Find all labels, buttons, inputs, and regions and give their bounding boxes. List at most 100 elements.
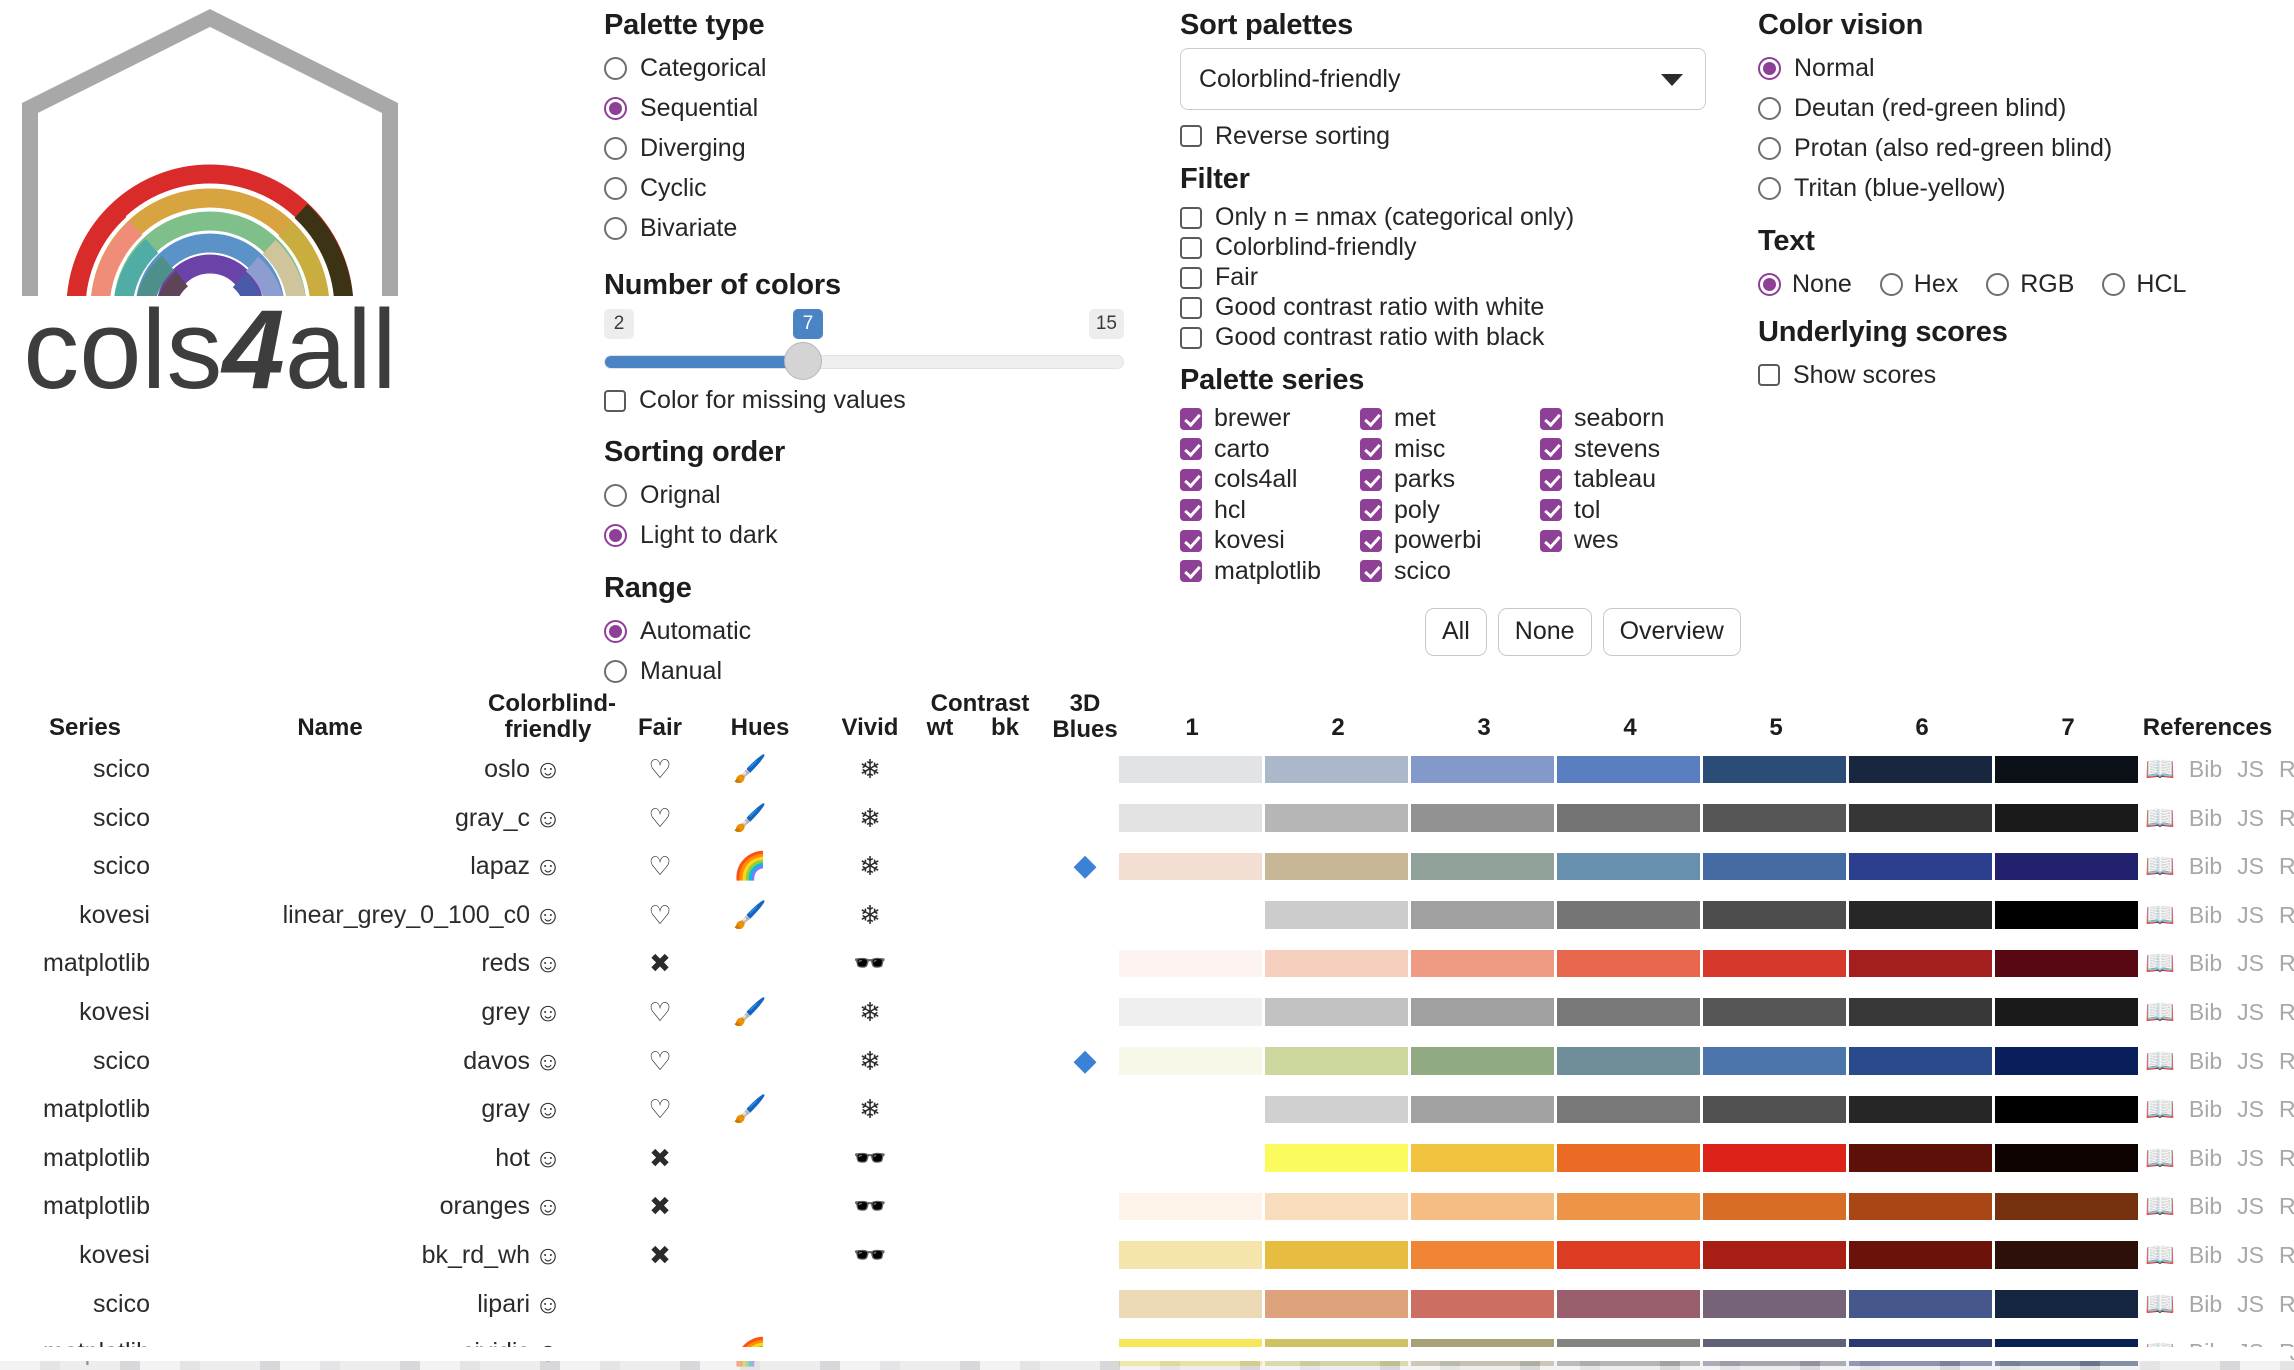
color-swatch[interactable] <box>1557 949 1700 978</box>
th-fair[interactable]: Fair <box>620 715 700 741</box>
reference-link-bib[interactable]: Bib <box>2189 902 2222 928</box>
radio-text-hex[interactable]: Hex <box>1879 272 1958 297</box>
radio-text-hcl[interactable]: HCL <box>2102 272 2186 297</box>
reference-link-bib[interactable]: Bib <box>2189 1291 2222 1317</box>
color-swatch[interactable] <box>1411 852 1554 881</box>
th-color-3[interactable]: 3 <box>1411 715 1557 741</box>
color-swatch[interactable] <box>1411 998 1554 1026</box>
checkbox-icon[interactable] <box>1540 468 1562 491</box>
checkbox-color-for-missing-values[interactable]: Color for missing values <box>604 381 1164 421</box>
checkbox-series-hcl[interactable]: hcl <box>1180 495 1360 526</box>
open-book-icon[interactable]: 📖 <box>2145 1193 2175 1220</box>
color-swatch[interactable] <box>1849 1192 1992 1221</box>
color-swatch[interactable] <box>1265 804 1408 832</box>
color-swatch[interactable] <box>1995 998 2138 1026</box>
checkbox-series-misc[interactable]: misc <box>1360 434 1540 465</box>
checkbox-icon[interactable] <box>1180 206 1202 229</box>
checkbox-series-poly[interactable]: poly <box>1360 495 1540 526</box>
color-swatch[interactable] <box>1849 1241 1992 1269</box>
checkbox-icon[interactable] <box>1360 499 1382 522</box>
checkbox-icon[interactable] <box>1180 468 1202 491</box>
reference-link-bib[interactable]: Bib <box>2189 1145 2222 1171</box>
color-swatch[interactable] <box>1995 1290 2138 1318</box>
color-swatch[interactable] <box>1265 1095 1408 1124</box>
checkbox-icon[interactable] <box>1180 529 1202 552</box>
reference-link-r[interactable]: R <box>2279 1193 2294 1219</box>
color-swatch[interactable] <box>1265 1241 1408 1269</box>
th-color-1[interactable]: 1 <box>1119 715 1265 741</box>
th-colorblind-friendly[interactable]: Colorblind-friendly <box>488 691 616 743</box>
radio-icon[interactable] <box>1758 273 1781 297</box>
color-swatch[interactable] <box>1703 1290 1846 1318</box>
slider-track[interactable] <box>604 354 1124 369</box>
radio-icon[interactable] <box>604 660 627 684</box>
checkbox-series-parks[interactable]: parks <box>1360 464 1540 495</box>
color-swatch[interactable] <box>1265 755 1408 783</box>
checkbox-filter-contrast-white[interactable]: Good contrast ratio with white <box>1180 293 1760 323</box>
reference-link-r[interactable]: R <box>2279 756 2294 782</box>
reference-link-r[interactable]: R <box>2279 950 2294 976</box>
color-swatch[interactable] <box>1119 949 1262 978</box>
open-book-icon[interactable]: 📖 <box>2145 853 2175 880</box>
reference-link-r[interactable]: R <box>2279 1242 2294 1268</box>
color-swatch[interactable] <box>1849 755 1992 783</box>
reference-link-js[interactable]: JS <box>2237 1193 2264 1219</box>
color-swatch[interactable] <box>1995 1047 2138 1075</box>
color-swatch[interactable] <box>1703 1144 1846 1172</box>
color-swatch[interactable] <box>1557 1290 1700 1318</box>
checkbox-icon[interactable] <box>1758 364 1780 387</box>
sort-palettes-select[interactable]: Colorblind-friendly <box>1180 48 1706 111</box>
color-swatch[interactable] <box>1995 1144 2138 1172</box>
reference-link-r[interactable]: R <box>2279 805 2294 831</box>
checkbox-series-tol[interactable]: tol <box>1540 495 1720 526</box>
radio-vision-deutan[interactable]: Deutan (red-green blind) <box>1758 88 2288 128</box>
radio-icon[interactable] <box>1758 96 1781 120</box>
radio-palette-type-sequential[interactable]: Sequential <box>604 88 1164 128</box>
radio-palette-type-cyclic[interactable]: Cyclic <box>604 168 1164 208</box>
color-swatch[interactable] <box>1703 755 1846 783</box>
checkbox-series-tableau[interactable]: tableau <box>1540 464 1720 495</box>
open-book-icon[interactable]: 📖 <box>2145 999 2175 1026</box>
checkbox-icon[interactable] <box>1540 438 1562 461</box>
reference-link-bib[interactable]: Bib <box>2189 756 2222 782</box>
slider-handle[interactable] <box>784 341 822 380</box>
color-swatch[interactable] <box>1849 901 1992 929</box>
color-swatch[interactable] <box>1411 804 1554 832</box>
open-book-icon[interactable]: 📖 <box>2145 950 2175 977</box>
checkbox-icon[interactable] <box>1540 499 1562 522</box>
color-swatch[interactable] <box>1119 1192 1262 1221</box>
color-swatch[interactable] <box>1265 901 1408 929</box>
th-color-5[interactable]: 5 <box>1703 715 1849 741</box>
checkbox-icon[interactable] <box>1180 326 1202 349</box>
color-swatch[interactable] <box>1119 804 1262 832</box>
checkbox-icon[interactable] <box>1180 438 1202 461</box>
checkbox-filter-only-nmax[interactable]: Only n = nmax (categorical only) <box>1180 203 1760 233</box>
checkbox-series-cols4all[interactable]: cols4all <box>1180 464 1360 495</box>
chevron-down-icon[interactable] <box>1661 74 1683 87</box>
checkbox-series-brewer[interactable]: brewer <box>1180 403 1360 434</box>
reference-link-r[interactable]: R <box>2279 999 2294 1025</box>
color-swatch[interactable] <box>1557 755 1700 783</box>
reference-link-r[interactable]: R <box>2279 853 2294 879</box>
color-swatch[interactable] <box>1557 804 1700 832</box>
reference-link-bib[interactable]: Bib <box>2189 853 2222 879</box>
checkbox-icon[interactable] <box>1360 438 1382 461</box>
open-book-icon[interactable]: 📖 <box>2145 1145 2175 1172</box>
open-book-icon[interactable]: 📖 <box>2145 1096 2175 1123</box>
open-book-icon[interactable]: 📖 <box>2145 1048 2175 1075</box>
radio-icon[interactable] <box>604 176 627 200</box>
checkbox-series-powerbi[interactable]: powerbi <box>1360 525 1540 556</box>
color-swatch[interactable] <box>1265 852 1408 881</box>
color-swatch[interactable] <box>1849 852 1992 881</box>
color-swatch[interactable] <box>1703 1047 1846 1075</box>
radio-icon[interactable] <box>604 96 627 120</box>
reference-link-bib[interactable]: Bib <box>2189 950 2222 976</box>
open-book-icon[interactable]: 📖 <box>2145 756 2175 783</box>
checkbox-series-stevens[interactable]: stevens <box>1540 434 1720 465</box>
color-swatch[interactable] <box>1411 755 1554 783</box>
checkbox-icon[interactable] <box>1180 407 1202 430</box>
reference-link-js[interactable]: JS <box>2237 902 2264 928</box>
radio-palette-type-bivariate[interactable]: Bivariate <box>604 208 1164 248</box>
color-swatch[interactable] <box>1119 1047 1262 1075</box>
color-swatch[interactable] <box>1557 1095 1700 1124</box>
